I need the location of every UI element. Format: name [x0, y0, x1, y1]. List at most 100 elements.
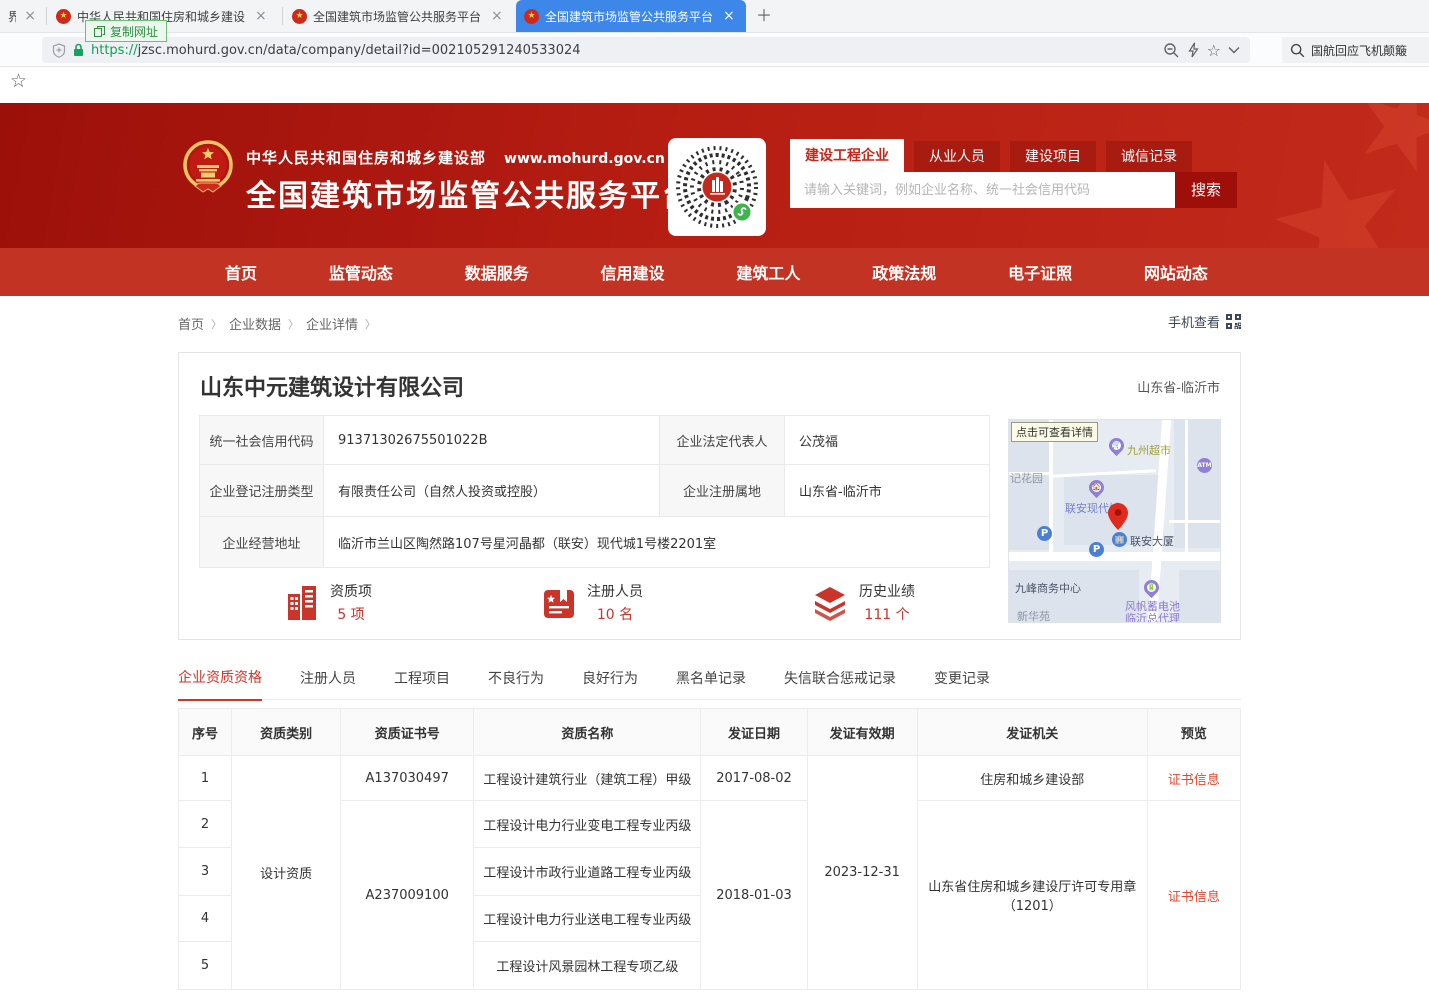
copy-icon	[94, 26, 105, 37]
browser-tab-partial[interactable]: 界 ×	[0, 0, 44, 32]
company-card: 山东中元建筑设计有限公司 山东省-临沂市 统一社会信用代码 9137130267…	[178, 352, 1241, 640]
close-icon[interactable]: ×	[255, 8, 267, 24]
close-icon[interactable]: ×	[24, 8, 36, 24]
browser-tab-jzsc[interactable]: ★ 全国建筑市场监管公共服务平台 ×	[284, 0, 516, 32]
emblem-favicon-icon: ★	[56, 9, 71, 24]
tab-separator	[282, 7, 283, 25]
company-info-table: 统一社会信用代码 91371302675501022B 企业法定代表人 公茂福 …	[199, 415, 990, 568]
map-label-supermarket: 九州超市	[1127, 442, 1171, 458]
flag-star-decoration	[1261, 144, 1419, 248]
building-icon	[284, 584, 320, 622]
nav-policy[interactable]: 政策法规	[872, 260, 936, 284]
platform-title: 全国建筑市场监管公共服务平台	[246, 171, 694, 215]
map-label-xinhua: 新华苑	[1017, 608, 1050, 623]
cert-no-cell: A237009100	[341, 801, 474, 990]
close-icon[interactable]: ×	[723, 8, 735, 24]
search-tab-project[interactable]: 建设项目	[1010, 141, 1096, 173]
certificate-info-link[interactable]: 证书信息	[1168, 890, 1220, 905]
tab-title: 界	[8, 8, 16, 25]
breadcrumb-home[interactable]: 首页	[178, 314, 204, 333]
col-index: 序号	[179, 709, 232, 756]
breadcrumb-separator: 〉	[288, 316, 299, 332]
address-label: 企业经营地址	[200, 517, 324, 568]
stat-value: 10 名	[587, 604, 643, 624]
url-text[interactable]: https://jzsc.mohurd.gov.cn/data/company/…	[91, 43, 1156, 58]
certificate-icon	[541, 585, 577, 621]
tab-change-records[interactable]: 变更记录	[934, 660, 990, 700]
tab-separator	[46, 7, 47, 25]
nav-credit[interactable]: 信用建设	[601, 260, 665, 284]
tab-title: 全国建筑市场监管公共服务平台	[313, 8, 483, 25]
qual-name-cell: 工程设计风景园林工程专项乙级	[474, 942, 701, 990]
url-path: jzsc.mohurd.gov.cn/data/company/detail?i…	[138, 43, 581, 58]
stat-label: 注册人员	[587, 581, 643, 601]
chevron-down-icon[interactable]	[1228, 46, 1240, 54]
main-navigation: 首页 监管动态 数据服务 信用建设 建筑工人 政策法规 电子证照 网站动态	[0, 248, 1429, 296]
breadcrumb: 首页 〉 企业数据 〉 企业详情 〉	[178, 314, 376, 333]
col-category: 资质类别	[232, 709, 341, 756]
breadcrumb-separator: 〉	[211, 316, 222, 332]
parking-icon: P	[1037, 526, 1052, 541]
search-button[interactable]: 搜索	[1175, 172, 1237, 208]
search-input[interactable]	[802, 182, 1163, 199]
quick-search-box[interactable]: 国航回应飞机颠簸	[1282, 37, 1429, 63]
nav-site-news[interactable]: 网站动态	[1144, 260, 1208, 284]
banner-ministry-line: 中华人民共和国住房和城乡建设部www.mohurd.gov.cn 全国建筑市场监…	[246, 147, 694, 215]
url-box[interactable]: https://jzsc.mohurd.gov.cn/data/company/…	[42, 37, 1250, 63]
nav-workers[interactable]: 建筑工人	[736, 260, 800, 284]
nav-e-license[interactable]: 电子证照	[1008, 260, 1072, 284]
valid-until-cell: 2023-12-31	[807, 756, 917, 990]
emblem-favicon-icon: ★	[292, 9, 307, 24]
bookmark-star-icon[interactable]: ☆	[10, 70, 27, 92]
col-cert-no: 资质证书号	[341, 709, 474, 756]
tab-dishonesty[interactable]: 失信联合惩戒记录	[784, 660, 896, 700]
national-emblem-logo	[183, 139, 233, 195]
col-valid-until: 发证有效期	[807, 709, 917, 756]
close-icon[interactable]: ×	[491, 8, 503, 24]
browser-tab-active[interactable]: ★ 全国建筑市场监管公共服务平台 ×	[516, 0, 746, 32]
address-bar: ☆ https://jzsc.mohurd.gov.cn/data/compan…	[0, 33, 1429, 67]
lock-icon	[73, 43, 84, 57]
stat-registered-personnel[interactable]: 注册人员 10 名	[541, 581, 643, 624]
certificate-info-link[interactable]: 证书信息	[1168, 773, 1220, 788]
search-tab-personnel[interactable]: 从业人员	[914, 141, 1000, 173]
nav-supervision[interactable]: 监管动态	[329, 260, 393, 284]
stat-history-performance[interactable]: 历史业绩111 个	[811, 581, 915, 624]
tab-registered-personnel[interactable]: 注册人员	[300, 660, 356, 700]
breadcrumb-company-detail[interactable]: 企业详情	[306, 314, 358, 333]
table-row: 1 设计资质 A137030497 工程设计建筑行业（建筑工程）甲级 2017-…	[179, 756, 1241, 801]
search-tab-credit[interactable]: 诚信记录	[1106, 141, 1192, 173]
map-label-lianan-tower: 联安大厦	[1130, 533, 1174, 549]
tab-projects[interactable]: 工程项目	[394, 660, 450, 700]
flash-icon[interactable]	[1187, 42, 1200, 58]
nav-data-service[interactable]: 数据服务	[465, 260, 529, 284]
row-index: 5	[179, 942, 232, 990]
qr-code-icon	[1226, 314, 1241, 329]
zoom-out-icon[interactable]	[1163, 42, 1180, 59]
new-tab-button[interactable]: ＋	[752, 4, 776, 28]
row-index: 3	[179, 848, 232, 896]
tab-bad-behavior[interactable]: 不良行为	[488, 660, 544, 700]
tab-good-behavior[interactable]: 良好行为	[582, 660, 638, 700]
tab-blacklist[interactable]: 黑名单记录	[676, 660, 746, 700]
location-pin-icon	[1108, 503, 1128, 530]
favorite-star-icon[interactable]: ☆	[1207, 41, 1221, 60]
issue-date-cell: 2018-01-03	[701, 801, 807, 990]
row-index: 4	[179, 896, 232, 942]
stat-qualifications[interactable]: 资质项5 项	[284, 581, 372, 624]
table-header-row: 序号 资质类别 资质证书号 资质名称 发证日期 发证有效期 发证机关 预览	[179, 709, 1241, 756]
col-preview: 预览	[1147, 709, 1240, 756]
company-location-map[interactable]: 点击可查看详情 🛒 九州超市 ATM 记花园 🏠 联安现代城 🏢 联安大厦 P …	[1008, 419, 1221, 623]
mobile-view-label: 手机查看	[1168, 312, 1220, 331]
banner-search-field[interactable]	[790, 172, 1175, 208]
breadcrumb-company-data[interactable]: 企业数据	[229, 314, 281, 333]
mobile-view-link[interactable]: 手机查看	[1168, 312, 1241, 331]
map-label-jiufeng: 九峰商务中心	[1015, 580, 1081, 596]
search-tab-enterprise[interactable]: 建设工程企业	[790, 139, 904, 173]
nav-home[interactable]: 首页	[225, 260, 257, 284]
atm-icon: ATM	[1197, 458, 1212, 473]
col-authority: 发证机关	[917, 709, 1147, 756]
cert-no-cell: A137030497	[341, 756, 474, 801]
address-value: 临沂市兰山区陶然路107号星河晶都（联安）现代城1号楼2201室	[324, 517, 990, 568]
tab-qualifications[interactable]: 企业资质资格	[178, 659, 262, 701]
